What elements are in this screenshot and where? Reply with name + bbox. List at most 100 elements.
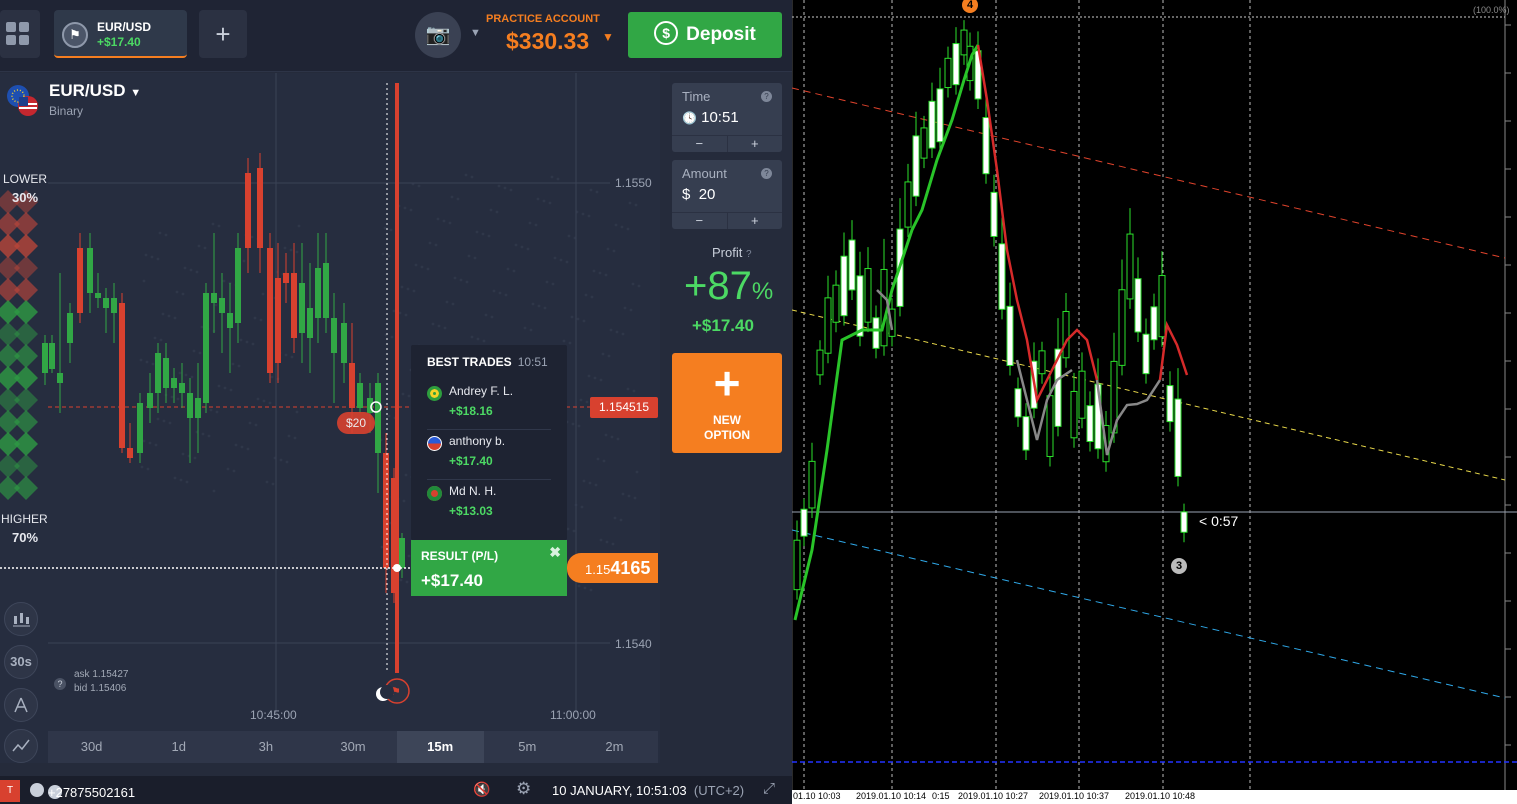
trade-item[interactable]: anthony b. +$17.40 [427,430,551,480]
sentiment-lower-label: LOWER [3,172,48,186]
map-dot [380,545,384,549]
map-dot [611,542,615,546]
map-dot [158,231,162,235]
status-tag[interactable]: T [0,780,20,802]
support-phone[interactable]: +27875502161 [30,783,135,800]
map-dot [450,195,454,199]
amount-minus-button[interactable]: − [672,213,728,229]
map-dot [545,280,549,284]
candle-body [267,248,273,373]
map-dot [295,250,299,254]
timeframe-30m[interactable]: 30m [309,731,396,763]
map-dot [289,248,293,252]
map-dot [262,399,266,403]
map-dot [287,434,291,438]
close-icon[interactable]: ✖ [549,544,561,561]
map-dot [251,342,255,346]
map-dot [543,306,547,310]
drawing-tools-button[interactable] [4,688,38,722]
map-dot [388,521,392,525]
timeframe-30d[interactable]: 30d [48,731,135,763]
map-dot [512,269,516,273]
chart-type-button[interactable] [4,602,38,636]
compass-icon [14,697,28,713]
trade-item[interactable]: Md N. H. +$13.03 [427,480,551,530]
map-dot [242,259,246,263]
asset-tab-eurusd[interactable]: ⚑ EUR/USD +$17.40 [54,10,187,58]
map-dot [195,270,199,274]
map-dot [604,273,608,277]
map-dot [613,516,617,520]
grid-icon [6,22,29,45]
mt4-scale: (100.0%) [1473,5,1510,15]
mt4-candles [793,20,1188,600]
help-icon[interactable]: ? [761,91,772,102]
map-dot [154,443,158,447]
menu-grid-button[interactable] [0,10,40,58]
candle-body [383,453,389,568]
timeframe-1d[interactable]: 1d [135,731,222,763]
mt4-time-label: 2019.01.10 10:14 [856,791,927,801]
camera-icon[interactable]: 📷 [415,12,461,58]
deposit-button[interactable]: $ Deposit [628,12,782,58]
map-dot [599,538,603,542]
candle-body [399,538,405,568]
gear-icon[interactable]: ⚙ [516,779,531,799]
amount-value[interactable]: $ 20 [682,186,715,203]
map-dot [198,351,202,355]
map-dot [581,212,585,216]
mt4-candle [793,539,801,591]
map-dot [231,362,235,366]
mt4-candle [960,29,968,56]
map-dot [470,335,474,339]
sentiment-diamond [14,256,38,280]
map-dot [536,197,540,201]
help-icon[interactable]: ? [746,249,752,260]
account-type-label[interactable]: PRACTICE ACCOUNT [486,13,600,25]
sentiment-diamond [14,300,38,324]
candle-body [187,393,193,418]
map-dot [614,223,618,227]
timeframe-15m[interactable]: 15m [396,731,484,763]
map-dot [621,492,625,496]
map-dot [571,422,575,426]
map-dot [602,459,606,463]
timeframe-5m[interactable]: 5m [484,731,571,763]
new-option-button[interactable]: + NEW OPTION [672,353,782,453]
map-dot [595,190,599,194]
candle-body [67,313,73,343]
best-trades-time: 10:51 [517,355,548,369]
candle-body [49,343,55,369]
mute-icon[interactable]: 🔇 [473,781,490,798]
mt4-candle [952,43,960,86]
account-balance[interactable]: $330.33 [506,28,589,55]
chevron-down-icon[interactable]: ▼ [470,27,481,39]
map-dot [542,199,546,203]
indicators-button[interactable] [4,729,38,763]
mt4-candle [840,255,848,317]
amount-plus-button[interactable]: + [728,213,783,229]
mt4-candle [824,297,832,354]
chevron-down-icon[interactable]: ▼ [602,30,614,44]
timeframe-3h[interactable]: 3h [222,731,309,763]
candle-period-button[interactable]: 30s [4,645,38,679]
mt4-chart-window[interactable]: 4 3 [791,0,1517,804]
timeframe-2m[interactable]: 2m [571,731,658,763]
asset-tab-name: EUR/USD [97,20,152,34]
pair-name[interactable]: EUR/USD ▼ [49,81,141,101]
time-selector[interactable]: Time ? 🕓 10:51 − + [672,83,782,152]
mt4-time-label: 2019.01.10 10:48 [1125,791,1196,801]
sentiment-higher-label: HIGHER [1,512,48,526]
time-plus-button[interactable]: + [728,136,783,152]
map-dot [467,254,471,258]
help-icon[interactable]: ? [761,168,772,179]
amount-selector[interactable]: Amount ? $ 20 − + [672,160,782,229]
help-icon[interactable]: ? [54,678,66,690]
map-dot [181,452,185,456]
add-asset-button[interactable]: + [199,10,247,58]
time-minus-button[interactable]: − [672,136,728,152]
fullscreen-icon[interactable]: ⤢ [763,780,775,797]
mt4-candle [1038,350,1046,375]
clock-icon: 🕓 [682,111,697,125]
trade-item[interactable]: Andrey F. L. +$18.16 [427,380,551,430]
